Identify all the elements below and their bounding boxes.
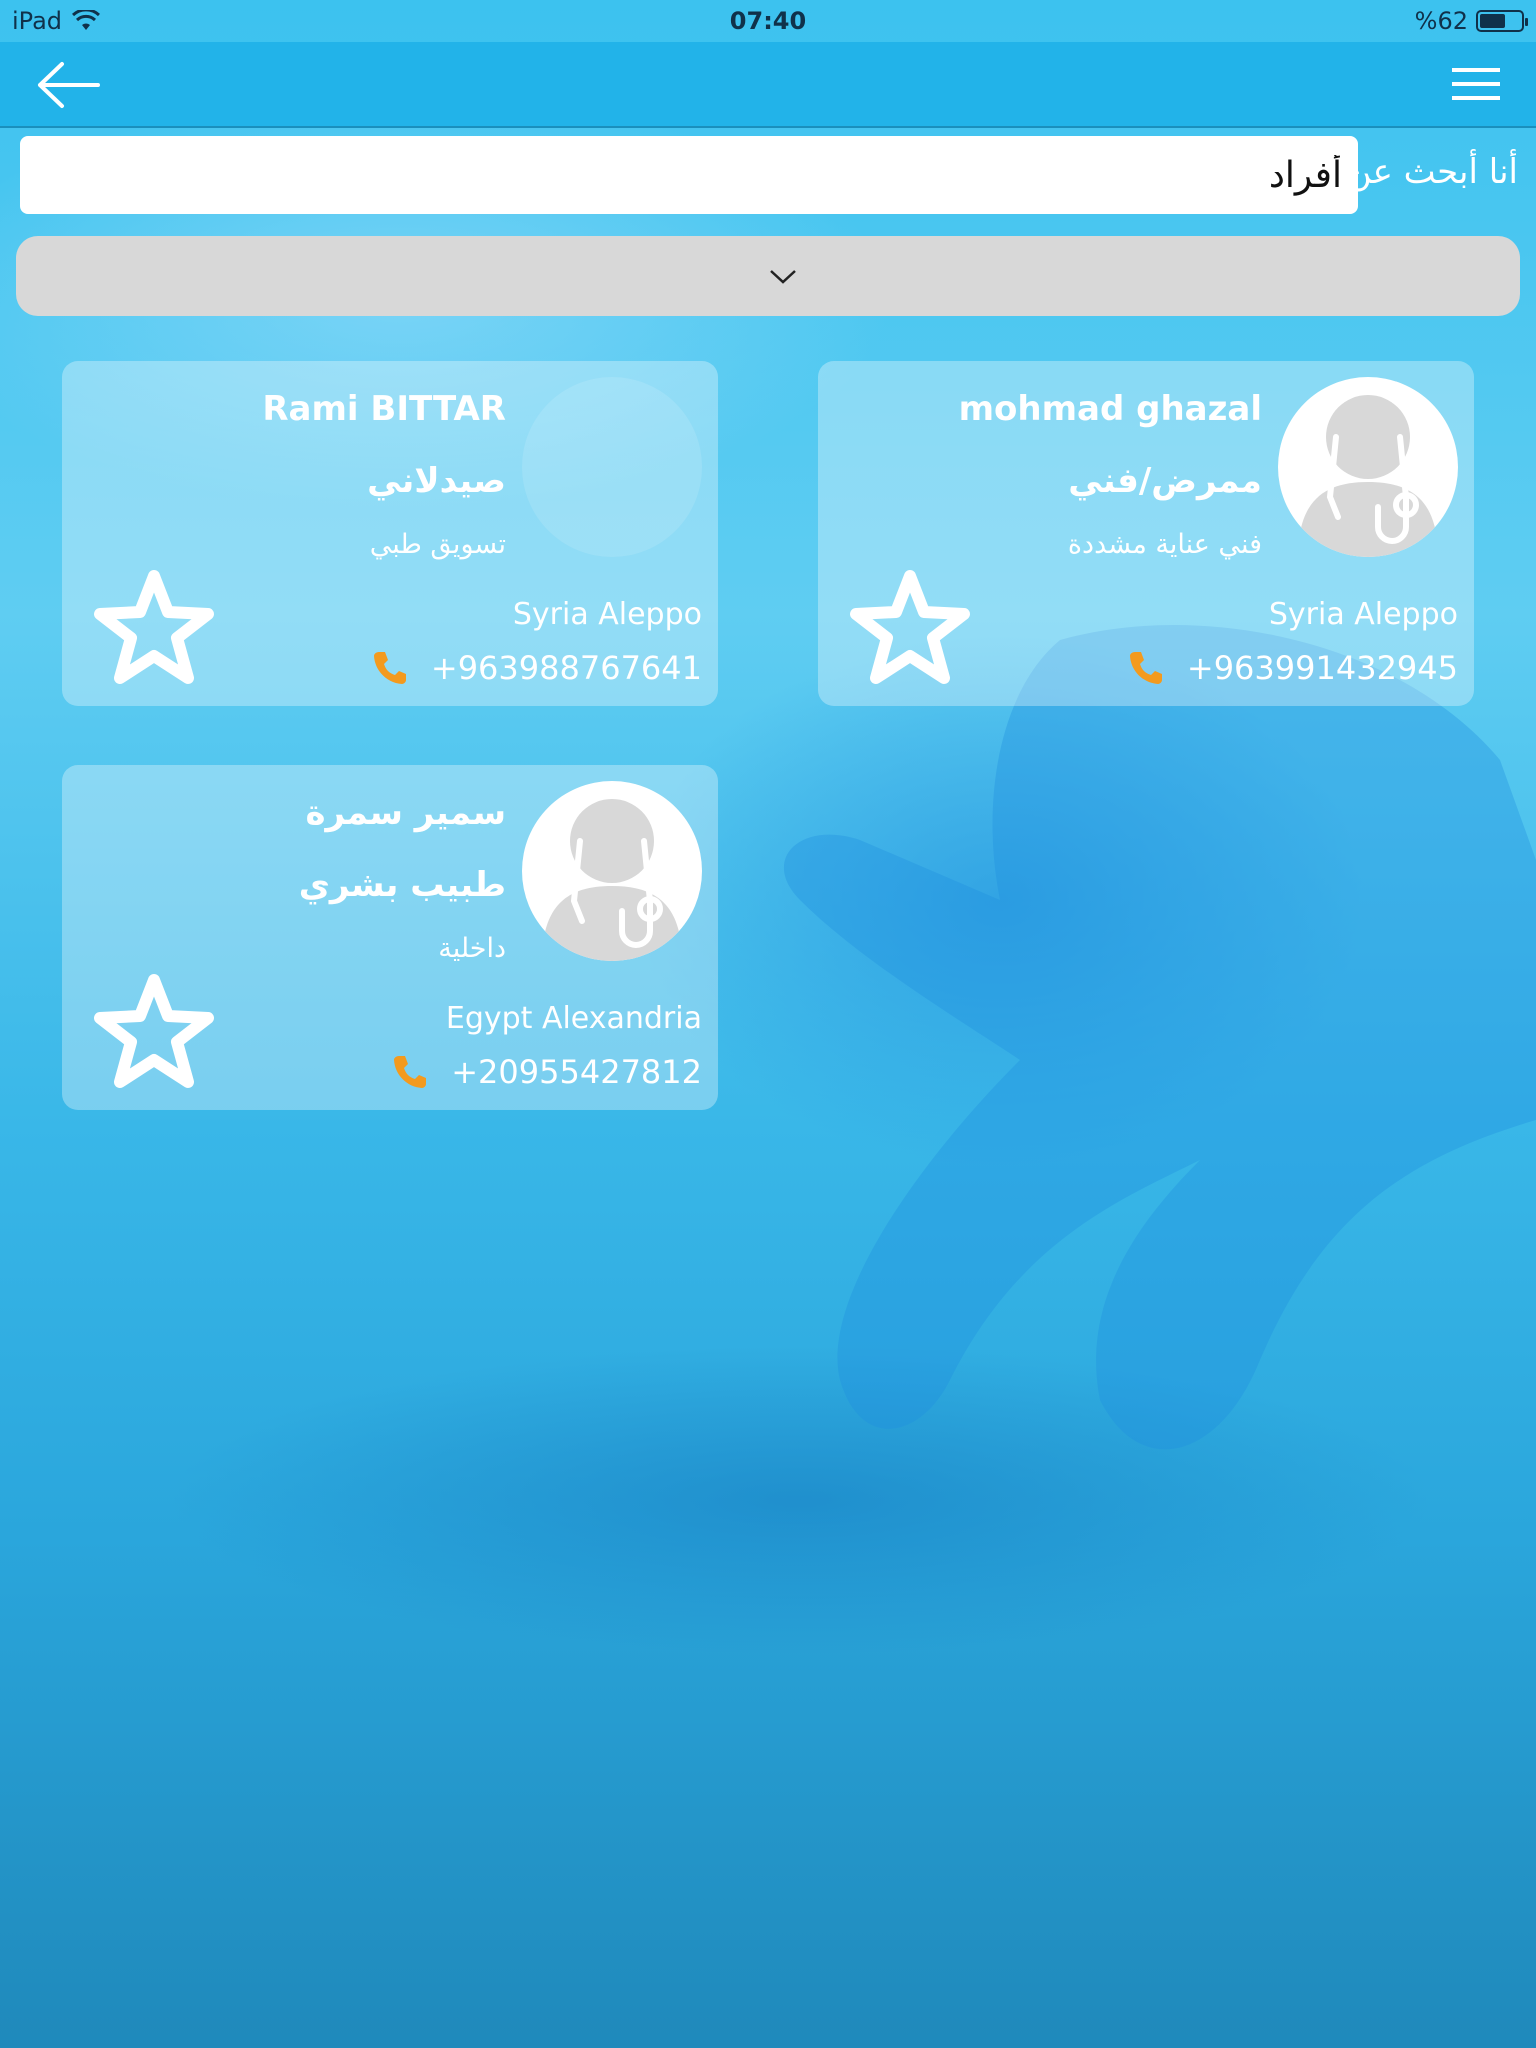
doctor-avatar-icon — [1278, 377, 1458, 557]
search-row: أنا أبحث عن: — [0, 136, 1536, 216]
person-name: سمير سمرة — [305, 793, 506, 833]
phone-icon — [373, 652, 406, 684]
person-specialty: تسويق طبي — [369, 529, 506, 560]
chevron-down-icon — [770, 270, 796, 284]
back-button[interactable] — [34, 60, 104, 110]
person-location: Egypt Alexandria — [445, 1001, 702, 1036]
favorite-star-icon[interactable] — [88, 970, 220, 1102]
menu-button[interactable] — [1450, 62, 1502, 106]
person-phone: +963988767641 — [430, 649, 702, 687]
favorite-star-icon[interactable] — [844, 566, 976, 698]
person-phone: +963991432945 — [1186, 649, 1458, 687]
person-location: Syria Aleppo — [512, 597, 702, 632]
search-label: أنا أبحث عن: — [1335, 152, 1518, 192]
battery-level-fill — [1480, 14, 1505, 28]
person-phone: +20955427812 — [451, 1053, 702, 1091]
filter-dropdown[interactable] — [16, 236, 1520, 316]
person-name: Rami BITTAR — [262, 389, 506, 429]
person-card[interactable]: سمير سمرة طبيب بشري داخلية Egypt Alexand… — [62, 765, 718, 1110]
person-role: ممرض/فني — [1068, 461, 1262, 501]
person-specialty: فني عناية مشددة — [1067, 529, 1262, 560]
person-card[interactable]: Rami BITTAR صيدلاني تسويق طبي Syria Alep… — [62, 361, 718, 706]
phone-icon — [1129, 652, 1162, 684]
person-card[interactable]: mohmad ghazal ممرض/فني فني عناية مشددة S… — [818, 361, 1474, 706]
person-location: Syria Aleppo — [1268, 597, 1458, 632]
status-time: 07:40 — [729, 7, 807, 35]
phone-icon — [394, 1056, 427, 1088]
battery-percent: %62 — [1414, 7, 1468, 35]
person-role: طبيب بشري — [298, 865, 506, 905]
search-input[interactable] — [20, 136, 1358, 214]
doctor-avatar-icon — [522, 781, 702, 961]
status-right: %62 — [1414, 7, 1528, 35]
phone-link[interactable]: +20955427812 — [391, 1053, 702, 1091]
empty-avatar — [522, 377, 702, 557]
phone-link[interactable]: +963991432945 — [1127, 649, 1458, 687]
navigation-bar — [0, 42, 1536, 128]
status-bar: iPad 07:40 %62 — [0, 0, 1536, 42]
phone-link[interactable]: +963988767641 — [371, 649, 702, 687]
person-role: صيدلاني — [367, 461, 506, 501]
hamburger-menu-icon — [1452, 68, 1500, 100]
favorite-star-icon[interactable] — [88, 566, 220, 698]
arrow-left-icon — [38, 62, 100, 108]
person-name: mohmad ghazal — [958, 389, 1262, 429]
person-specialty: داخلية — [438, 933, 506, 964]
battery-icon — [1476, 10, 1528, 32]
